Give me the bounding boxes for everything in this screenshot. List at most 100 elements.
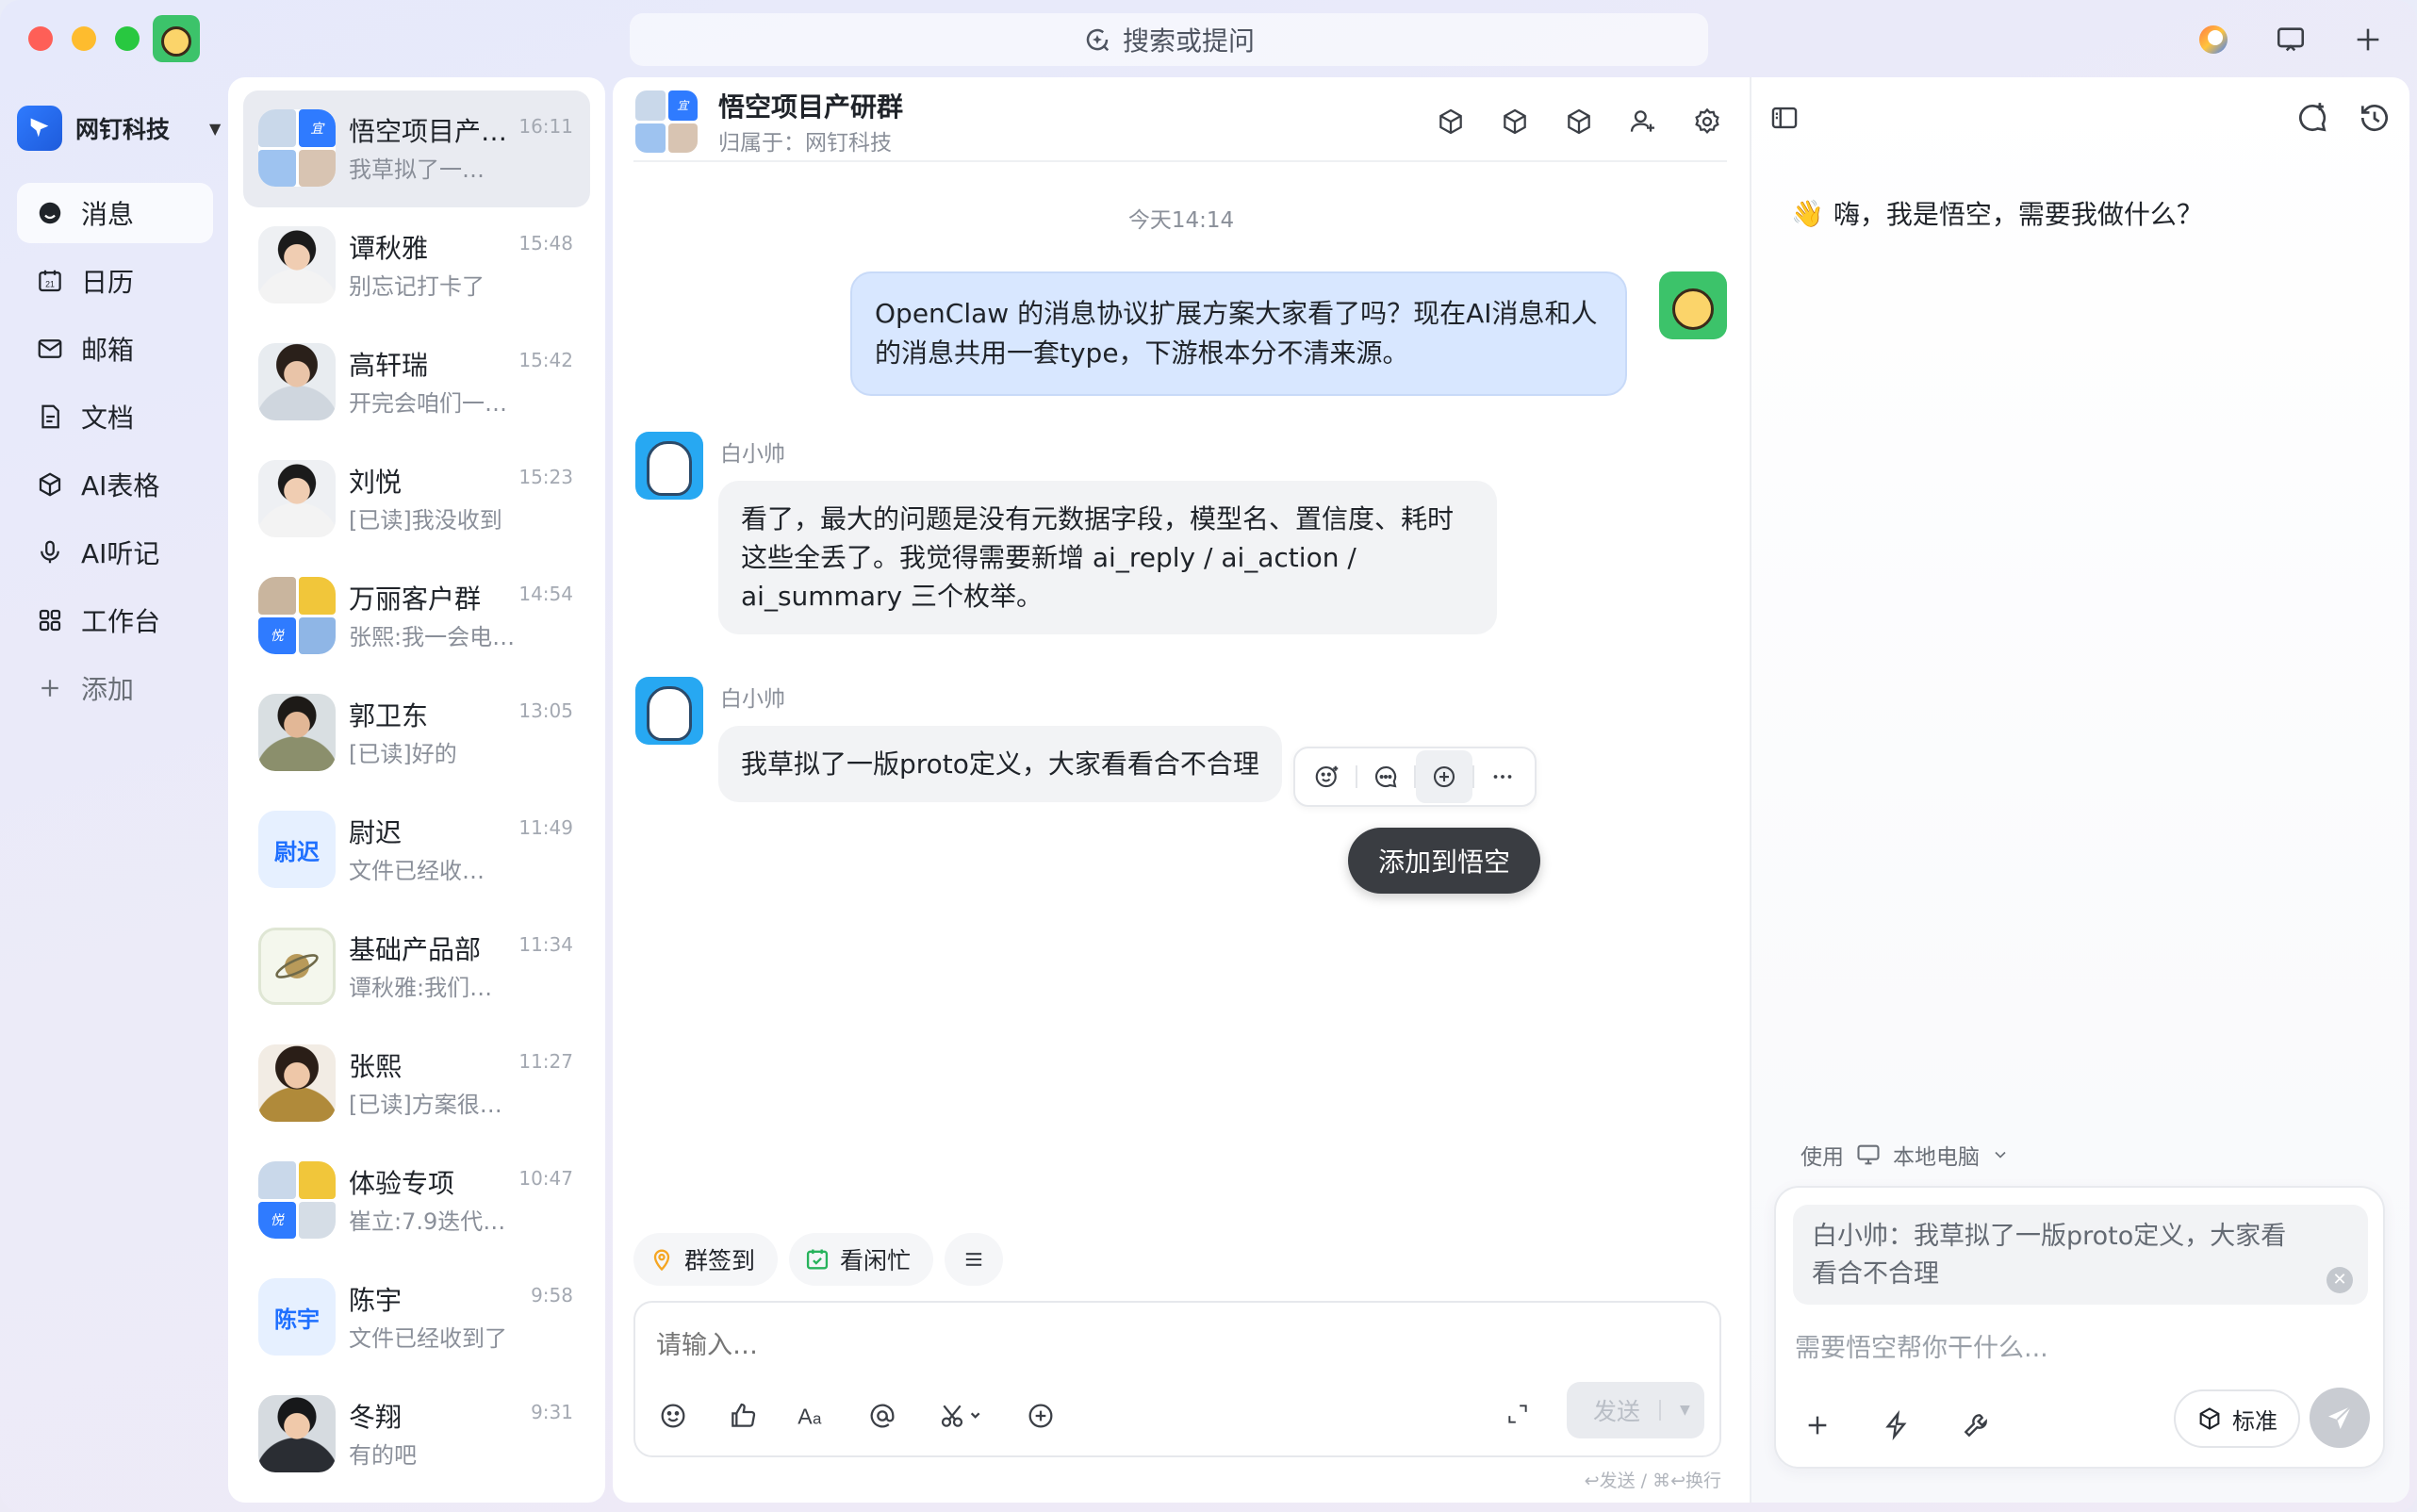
nav-item-mail[interactable]: 邮箱 — [17, 319, 213, 379]
quick-action-label: 看闲忙 — [840, 1247, 912, 1274]
emoji-icon[interactable] — [652, 1395, 694, 1437]
assistant-tools — [1797, 1405, 1997, 1446]
chevron-down-icon — [1995, 1151, 2006, 1159]
ai-table-icon — [39, 472, 61, 497]
nav-item-messages[interactable]: 消息 — [17, 183, 213, 243]
conversation-time: 10:47 — [518, 1167, 573, 1190]
nav-label: 邮箱 — [81, 335, 135, 366]
conversation-name: 万丽客户群 — [349, 583, 482, 615]
group-avatar: 宜 — [635, 90, 698, 153]
mode-label: 标准 — [2232, 1407, 2277, 1435]
zoom-window-button[interactable] — [115, 26, 140, 51]
conversation-time: 14:54 — [518, 583, 573, 605]
conversation-item[interactable]: 陈宇 陈宇 9:58 文件已经收到了 — [243, 1259, 590, 1376]
more-icon[interactable] — [1474, 750, 1531, 803]
send-divider — [1659, 1400, 1662, 1421]
plus-icon[interactable] — [1797, 1405, 1838, 1446]
chat-panel: 宜 悟空项目产研群 归属于：网钉科技 今天14:14 OpenClaw 的消息协… — [613, 77, 1750, 1503]
conversation-item[interactable]: 基础产品部 11:34 谭秋雅:我们… — [243, 909, 590, 1026]
conversation-item[interactable]: 宜 悟空项目产… 16:11 我草拟了一… — [243, 90, 590, 207]
screenshot-scissors-icon[interactable] — [931, 1395, 992, 1437]
history-icon[interactable] — [2357, 100, 2392, 140]
new-chat-icon[interactable] — [2294, 100, 2330, 140]
conversation-time: 9:31 — [531, 1401, 573, 1423]
mention-icon[interactable] — [862, 1395, 903, 1437]
emoji-react-icon[interactable] — [1299, 750, 1356, 803]
availability-button[interactable]: 看闲忙 — [789, 1233, 934, 1286]
assistant-input[interactable]: 需要悟空帮你干什么... — [1795, 1327, 2048, 1364]
wrench-icon[interactable] — [1955, 1405, 1997, 1446]
group-checkin-button[interactable]: 群签到 — [633, 1233, 779, 1286]
nav-item-ai-table[interactable]: AI表格 — [17, 454, 213, 515]
group-badge: 宜 — [667, 90, 698, 121]
sender-name: 白小帅 — [720, 687, 785, 712]
cube-icon[interactable] — [1431, 102, 1471, 141]
cube-icon[interactable] — [1559, 102, 1599, 141]
sender-avatar[interactable] — [635, 677, 703, 745]
conversation-item[interactable]: 尉迟 尉迟 11:49 文件已经收… — [243, 792, 590, 909]
calendar-check-icon — [806, 1249, 829, 1270]
conversation-item[interactable]: 郭卫东 13:05 [已读]好的 — [243, 675, 590, 792]
conversation-item[interactable]: 谭秋雅 15:48 别忘记打卡了 — [243, 207, 590, 324]
nav-item-add[interactable]: 添加 — [17, 658, 213, 718]
message-input[interactable] — [656, 1331, 1504, 1360]
conversation-item[interactable]: 高轩瑞 15:42 开完会咱们一… — [243, 324, 590, 441]
nav-item-ai-notes[interactable]: AI听记 — [17, 522, 213, 583]
conversation-item[interactable]: 张熙 11:27 [已读]方案很… — [243, 1026, 590, 1142]
add-to-wukong-icon[interactable] — [1415, 750, 1473, 803]
quoted-text: 白小帅：我草拟了一版proto定义，大家看看合不合理 — [1812, 1222, 2287, 1289]
nav-item-workbench[interactable]: 工作台 — [17, 590, 213, 650]
cube-icon[interactable] — [1495, 102, 1535, 141]
settings-gear-icon[interactable] — [1687, 102, 1727, 141]
screen-share-icon[interactable] — [2268, 17, 2313, 62]
avatar — [258, 343, 336, 420]
add-member-icon[interactable] — [1623, 102, 1663, 141]
conversation-item[interactable]: 悦 体验专项 10:47 崔立:7.9迭代… — [243, 1142, 590, 1259]
sender-avatar[interactable] — [635, 432, 703, 500]
device-label: 本地电脑 — [1893, 1145, 1980, 1170]
close-window-button[interactable] — [28, 26, 53, 51]
text-format-icon[interactable]: Aa — [792, 1395, 833, 1437]
date-divider: 今天14:14 — [1127, 208, 1235, 233]
remove-quote-icon[interactable]: ✕ — [2327, 1267, 2353, 1293]
lightning-icon[interactable] — [1876, 1405, 1917, 1446]
quick-action-label: 群签到 — [684, 1247, 756, 1274]
conversation-item[interactable]: 悦 万丽客户群 14:54 张熙:我一会电… — [243, 558, 590, 675]
add-circle-icon[interactable] — [1020, 1395, 1061, 1437]
user-avatar[interactable] — [153, 15, 200, 62]
message-bubble[interactable]: 看了，最大的问题是没有元数据字段，模型名、置信度、耗时这些全丢了。我觉得需要新增… — [718, 481, 1497, 634]
reply-icon[interactable] — [1357, 750, 1414, 803]
device-selector[interactable]: 使用 本地电脑 — [1800, 1139, 2010, 1171]
workbench-icon — [39, 609, 61, 632]
toggle-sidebar-icon[interactable] — [1768, 102, 1800, 138]
nav-item-docs[interactable]: 文档 — [17, 386, 213, 447]
chat-title[interactable]: 悟空项目产研群 — [718, 87, 903, 124]
global-search-bar[interactable]: 搜索或提问 — [630, 13, 1708, 66]
conversation-item[interactable]: 刘悦 15:23 [已读]我没收到 — [243, 441, 590, 558]
nav-label: 日历 — [81, 267, 135, 298]
conversation-preview: 崔立:7.9迭代… — [349, 1208, 506, 1235]
minimize-window-button[interactable] — [72, 26, 96, 51]
svg-text:a: a — [813, 1410, 822, 1428]
conversation-item[interactable]: 冬翔 9:31 有的吧 — [243, 1376, 590, 1493]
org-switcher[interactable]: 网钉科技 ▼ — [17, 106, 221, 151]
conversation-name: 尉迟 — [349, 817, 403, 848]
conversation-time: 15:48 — [518, 232, 573, 255]
plus-icon[interactable] — [2345, 17, 2391, 62]
group-avatar: 宜 — [258, 109, 336, 187]
ai-assistant-icon[interactable] — [2191, 17, 2236, 62]
send-button[interactable]: 发送 ▼ — [1567, 1382, 1704, 1438]
send-shortcut-hint: ↩发送 / ⌘↩换行 — [1584, 1471, 1721, 1491]
expand-icon[interactable] — [1499, 1395, 1537, 1433]
message-bubble-mine[interactable]: OpenClaw 的消息协议扩展方案大家看了吗？现在AI消息和人的消息共用一套t… — [850, 271, 1627, 396]
assistant-send-button[interactable] — [2310, 1388, 2370, 1448]
nav-item-calendar[interactable]: 21 日历 — [17, 251, 213, 311]
more-actions-button[interactable] — [945, 1233, 1004, 1286]
my-avatar — [1659, 271, 1727, 339]
assistant-toolbar — [2294, 100, 2392, 140]
thumbs-up-icon[interactable] — [722, 1395, 764, 1437]
message-bubble[interactable]: 我草拟了一版proto定义，大家看看合不合理 — [718, 726, 1282, 802]
mail-icon — [38, 339, 62, 358]
mode-selector-button[interactable]: 标准 — [2174, 1389, 2300, 1448]
send-options-caret-icon[interactable]: ▼ — [1680, 1403, 1690, 1418]
